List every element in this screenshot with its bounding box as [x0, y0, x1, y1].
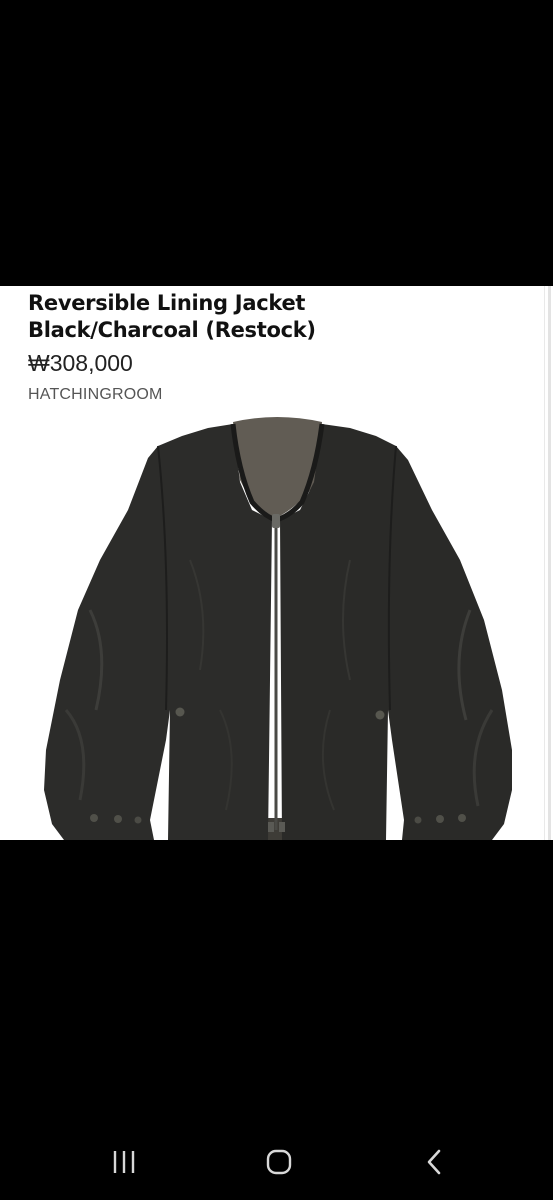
product-title: Reversible Lining Jacket Black/Charcoal …	[28, 290, 316, 344]
jacket-photo[interactable]	[0, 410, 545, 840]
recent-apps-icon	[113, 1151, 135, 1173]
jacket-body-right	[280, 424, 512, 840]
recent-apps-button[interactable]	[94, 1136, 154, 1188]
home-button[interactable]	[249, 1136, 309, 1188]
home-icon	[266, 1149, 292, 1175]
back-icon	[427, 1149, 441, 1175]
back-button[interactable]	[404, 1136, 464, 1188]
pocket-snap-right	[375, 710, 385, 720]
zipper-pull	[272, 514, 280, 528]
screen: Reversible Lining Jacket Black/Charcoal …	[0, 0, 553, 1200]
product-price: ₩308,000	[28, 350, 133, 376]
product-card[interactable]: Reversible Lining Jacket Black/Charcoal …	[0, 286, 553, 840]
scroll-edge	[544, 286, 553, 840]
system-navigation-bar	[0, 1126, 553, 1200]
product-title-line-1: Reversible Lining Jacket	[28, 291, 306, 315]
jacket-body	[44, 424, 272, 840]
product-brand: HATCHINGROOM	[28, 386, 163, 403]
pocket-snap-left	[175, 707, 185, 717]
product-title-line-2: Black/Charcoal (Restock)	[28, 318, 316, 342]
